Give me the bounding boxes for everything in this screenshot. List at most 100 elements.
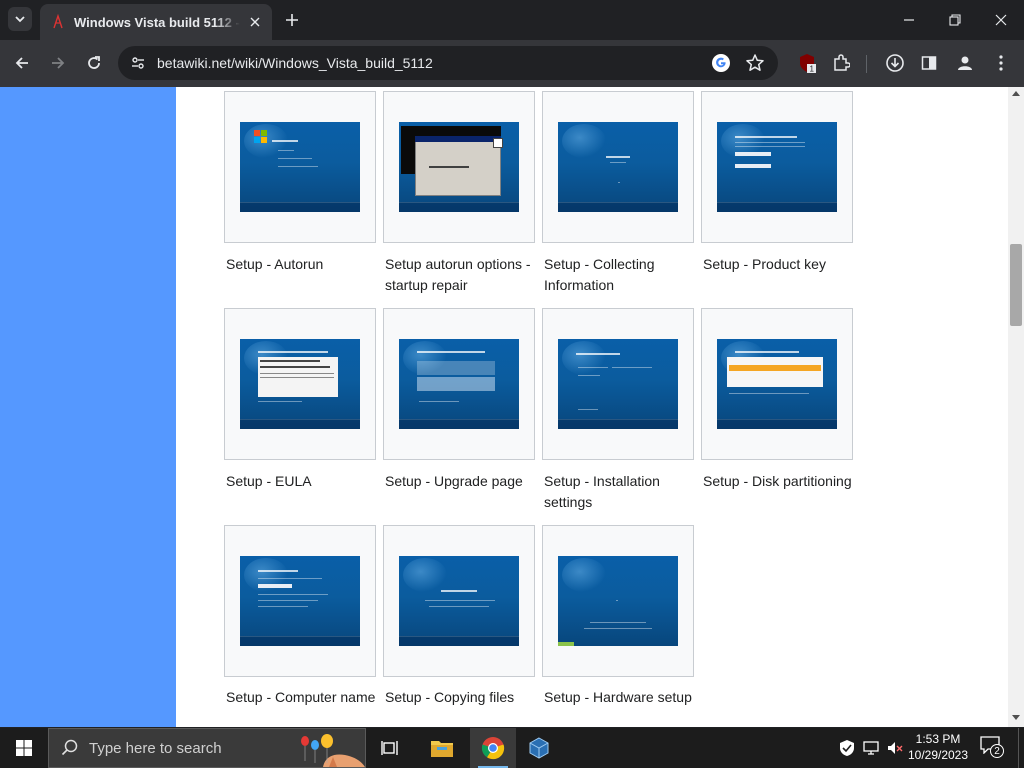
site-info-icon [132,57,144,69]
file-explorer-button[interactable] [419,728,465,768]
screenshot-thumbnail[interactable] [717,339,837,429]
new-tab-button[interactable] [280,8,304,32]
window-close-icon [995,14,1007,26]
gallery-item-collecting-information[interactable] [542,91,694,243]
security-shield-icon[interactable] [838,739,856,757]
download-icon [886,54,904,72]
close-icon [250,17,260,27]
gallery-item-product-key[interactable] [701,91,853,243]
network-icon[interactable] [862,739,880,757]
screenshot-thumbnail[interactable] [399,556,519,646]
minimize-button[interactable] [886,0,932,40]
action-center-button[interactable]: 2 [980,736,1006,760]
virtualbox-taskbar-button[interactable] [516,728,562,768]
minimize-icon [904,19,914,21]
gallery-item-copying-files[interactable] [383,525,535,677]
volume-muted-icon[interactable] [886,739,904,757]
side-panel-button[interactable] [914,48,944,78]
search-placeholder: Type here to search [89,740,222,757]
ublock-extension-button[interactable]: 1 [792,48,822,78]
tab-strip: Windows Vista build 5112 - BetaWiki [0,0,1024,40]
show-desktop-button[interactable] [1018,728,1024,768]
active-tab[interactable]: Windows Vista build 5112 - BetaWiki [40,4,272,40]
gallery-caption: Setup - Disk partitioning [703,473,852,489]
gallery-caption: Setup - Installation settings [544,473,660,510]
reload-icon [88,56,100,69]
vertical-scrollbar[interactable] [1008,87,1024,727]
forward-icon [52,57,65,69]
scroll-up-arrow-icon[interactable] [1012,90,1020,98]
gallery-caption: Setup - Autorun [226,256,324,272]
search-icon [61,739,78,756]
windows-taskbar: Type here to search 1:53 PM 10/29/2023 2 [0,728,1024,768]
gallery-item-disk-partitioning[interactable] [701,308,853,460]
window-close-button[interactable] [978,0,1024,40]
start-button[interactable] [0,728,48,768]
url-text[interactable]: betawiki.net/wiki/Windows_Vista_build_51… [157,55,433,71]
screenshot-thumbnail[interactable] [240,339,360,429]
site-info-button[interactable] [126,51,150,75]
star-icon[interactable] [744,52,766,74]
taskbar-search-box[interactable]: Type here to search [48,728,366,768]
gallery-item-computer-name[interactable] [224,525,376,677]
gallery-item-autorun[interactable] [224,91,376,243]
ublock-icon: 1 [800,54,816,74]
screenshot-thumbnail[interactable] [558,339,678,429]
toolbar-separator [866,55,867,73]
gallery-caption: Setup - Collecting Information [544,256,655,293]
screenshot-thumbnail[interactable] [399,122,519,212]
windows-logo-icon [16,740,32,756]
gallery-caption: Setup - Computer name [226,689,376,705]
gallery-item-installation-settings[interactable] [542,308,694,460]
screenshot-thumbnail[interactable] [558,556,678,646]
menu-button[interactable] [986,48,1016,78]
screenshot-thumbnail[interactable] [240,556,360,646]
extensions-icon [834,54,850,71]
gallery-caption: Setup - Hardware setup [544,689,692,705]
screenshot-thumbnail[interactable] [558,122,678,212]
task-view-button[interactable] [368,728,414,768]
windows-flag-icon [254,130,267,143]
profile-button[interactable] [950,48,980,78]
profile-icon [958,56,972,70]
gallery-item-startup-repair[interactable] [383,91,535,243]
side-panel-icon [921,56,937,70]
notification-count-badge: 2 [990,744,1004,758]
article-content: Setup - Autorun Setup autorun options - … [176,87,1008,727]
plus-icon [286,14,298,26]
restore-icon [949,14,961,26]
page-left-background [0,87,176,727]
screenshot-thumbnail[interactable] [717,122,837,212]
gallery-caption: Setup - Upgrade page [385,473,523,489]
virtualbox-icon [529,737,549,759]
extensions-button[interactable] [826,48,856,78]
extension-badge: 1 [810,65,815,74]
task-view-icon [381,741,398,755]
url-path: /wiki/Windows_Vista_build_5112 [230,55,433,71]
chrome-icon [481,737,505,760]
scrollbar-thumb[interactable] [1010,244,1022,326]
back-button[interactable] [7,48,37,78]
tab-title: Windows Vista build 5112 - BetaWiki [74,14,240,30]
forward-button[interactable] [43,48,73,78]
menu-icon [999,55,1003,71]
address-bar[interactable]: betawiki.net/wiki/Windows_Vista_build_51… [118,46,778,80]
screenshot-thumbnail[interactable] [399,339,519,429]
tab-close-button[interactable] [246,13,264,31]
gallery-item-hardware-setup[interactable] [542,525,694,677]
gallery-item-eula[interactable] [224,308,376,460]
search-highlight-balloons-icon [301,734,365,767]
url-host: betawiki.net [157,55,231,71]
tab-search-button[interactable] [8,7,32,31]
gallery-item-upgrade-page[interactable] [383,308,535,460]
restore-button[interactable] [932,0,978,40]
scroll-down-arrow-icon[interactable] [1012,713,1020,721]
taskbar-clock[interactable]: 1:53 PM 10/29/2023 [904,731,972,763]
page-viewport: Setup - Autorun Setup autorun options - … [0,87,1024,727]
google-lens-icon[interactable] [710,52,732,74]
downloads-button[interactable] [880,48,910,78]
chrome-taskbar-button[interactable] [470,728,516,768]
reload-button[interactable] [79,48,109,78]
tab-search-icon [15,16,25,23]
screenshot-thumbnail[interactable] [240,122,360,212]
